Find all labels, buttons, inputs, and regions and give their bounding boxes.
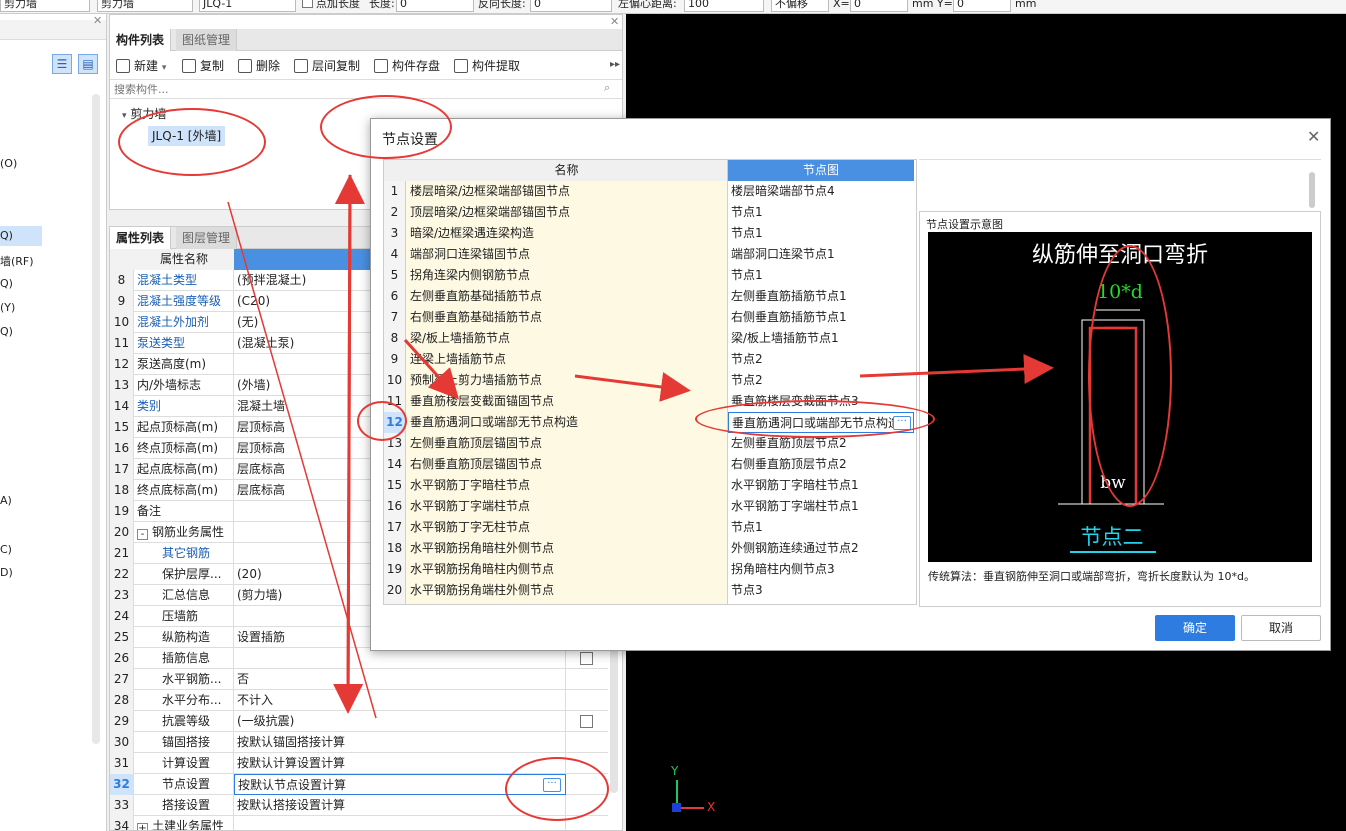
arrow-to-row (403, 338, 460, 400)
annotation-line-thin (227, 201, 377, 719)
annotation-arrows (227, 174, 1054, 719)
arrow-to-node (574, 372, 691, 402)
arrow-to-diagram (859, 354, 1054, 385)
